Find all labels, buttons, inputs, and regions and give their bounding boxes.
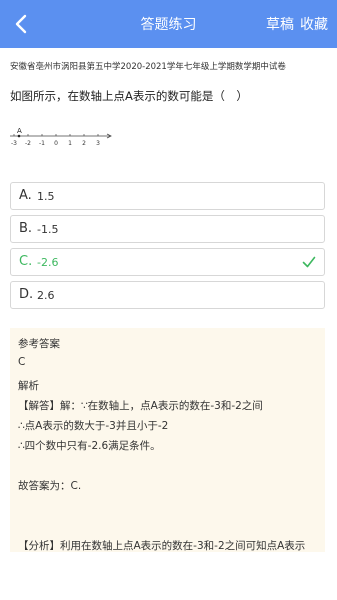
option-letter: B. <box>19 221 33 236</box>
option-b[interactable]: B. -1.5 <box>10 215 325 243</box>
option-letter: D. <box>19 287 34 302</box>
solution-line: 故答案为：C. <box>18 480 82 492</box>
draft-button[interactable]: 草稿 <box>266 14 294 34</box>
solution-line: 【解答】解：∵在数轴上，点A表示的数在-3和-2之间 <box>18 400 263 412</box>
option-letter: A. <box>19 188 32 203</box>
question-text: 如图所示，在数轴上点A表示的数可能是（ ） <box>10 89 248 103</box>
number-line-tick-label: 2 <box>82 140 86 147</box>
top-bar: 答题练习 草稿 收藏 <box>0 0 337 48</box>
solution-line: 【分析】利用在数轴上点A表示的数在-3和-2之间可知点A表示 <box>18 540 306 552</box>
option-text: -2.6 <box>37 256 59 269</box>
number-line-tick-label: -2 <box>25 140 31 147</box>
solution-line: ∴点A表示的数大于-3并且小于-2 <box>18 420 169 432</box>
number-line-tick-label: -3 <box>11 140 17 147</box>
number-line-tick-label: 3 <box>96 140 100 147</box>
answer-panel: 参考答案 C 解析 【解答】解：∵在数轴上，点A表示的数在-3和-2之间 ∴点A表… <box>10 328 325 552</box>
option-text: 2.6 <box>37 289 55 302</box>
check-icon <box>302 256 316 268</box>
option-d[interactable]: D. 2.6 <box>10 281 325 309</box>
number-line-tick-label: -1 <box>39 140 45 147</box>
analysis-label: 解析 <box>18 380 39 392</box>
option-text: 1.5 <box>37 190 55 203</box>
option-text: -1.5 <box>37 223 59 236</box>
solution-line: ∴四个数中只有-2.6满足条件。 <box>18 440 161 452</box>
option-c[interactable]: C. -2.6 <box>10 248 325 276</box>
option-a[interactable]: A. 1.5 <box>10 182 325 210</box>
point-a-marker <box>17 134 21 138</box>
number-line-figure: -3 -2 -1 0 1 2 3 A <box>10 127 112 147</box>
question-source: 安徽省亳州市涡阳县第五中学2020-2021学年七年级上学期数学期中试卷 <box>10 62 286 72</box>
reference-answer-label: 参考答案 <box>18 338 60 350</box>
option-letter: C. <box>19 254 33 269</box>
reference-answer-value: C <box>18 356 26 368</box>
number-line-tick-label: 1 <box>68 140 72 147</box>
number-line-tick-label: 0 <box>54 140 58 147</box>
point-a-label: A <box>17 127 22 135</box>
favorite-button[interactable]: 收藏 <box>300 14 328 34</box>
